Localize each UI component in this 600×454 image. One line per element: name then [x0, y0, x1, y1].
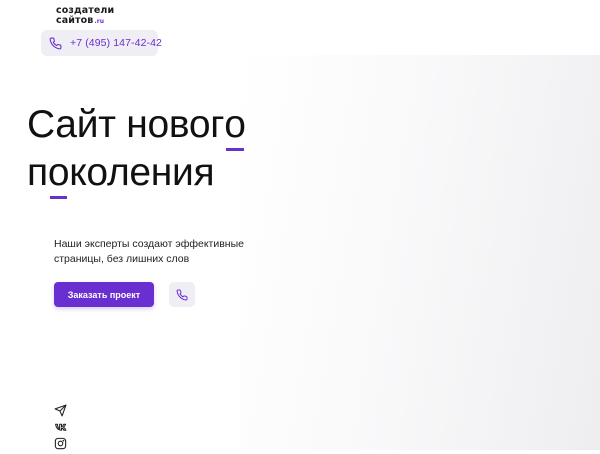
hero-subtitle-line-2: страницы, без лишних слов [54, 253, 190, 265]
logo-line-2-text: сайтов [56, 15, 94, 26]
hero-title: Сайт нового поколения [27, 101, 246, 199]
hero-title-line-2-prefix: п [27, 151, 48, 194]
phone-icon [49, 37, 62, 50]
telegram-icon[interactable] [54, 404, 67, 417]
hero-title-accent-letter-1: о [224, 101, 246, 151]
social-links [54, 404, 68, 454]
logo-line-2: сайтов.ru [56, 16, 116, 27]
hero-title-accent-letter-2: о [48, 149, 70, 199]
phone-icon [176, 288, 188, 301]
instagram-icon[interactable] [54, 437, 67, 450]
hero-title-line-1-prefix: Сайт новог [27, 103, 225, 146]
hero-title-line-2-rest: коления [69, 151, 215, 194]
logo-suffix: .ru [94, 18, 105, 25]
header-phone-number: +7 (495) 147-42-42 [70, 37, 162, 49]
hero-title-line-2: поколения [27, 149, 246, 199]
hero-subtitle: Наши эксперты создают эффективные страни… [54, 237, 264, 267]
logo[interactable]: создатели сайтов.ru [56, 6, 116, 27]
call-button[interactable] [169, 282, 195, 307]
hero-title-line-1: Сайт нового [27, 101, 246, 151]
header-phone-button[interactable]: +7 (495) 147-42-42 [41, 30, 162, 56]
vk-icon[interactable] [54, 421, 67, 434]
order-project-button[interactable]: Заказать проект [54, 282, 154, 307]
background-gradient [240, 55, 600, 450]
hero-subtitle-line-1: Наши эксперты создают эффективные [54, 238, 244, 250]
